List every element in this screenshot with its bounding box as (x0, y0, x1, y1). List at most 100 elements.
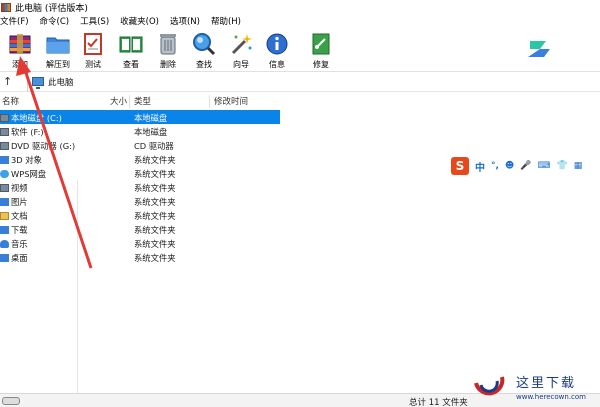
row-name: 音乐 (11, 239, 28, 249)
menu-options[interactable]: 选项(N) (170, 15, 205, 27)
row-name: 桌面 (11, 253, 28, 263)
info-label: 信息 (269, 60, 285, 69)
row-type: 本地磁盘 (134, 113, 168, 123)
drive-icon (0, 128, 9, 136)
column-size[interactable]: 大小 (108, 95, 130, 108)
column-modified[interactable]: 修改时间 (212, 95, 278, 108)
magic-wand-icon (231, 34, 252, 55)
table-row[interactable]: WPS网盘 系统文件夹 (0, 166, 280, 180)
row-type: 系统文件夹 (134, 183, 176, 193)
site-watermark: 这里下载 www.herecown.com (472, 363, 600, 407)
dvd-drive-icon (0, 142, 9, 150)
row-type: 系统文件夹 (134, 239, 176, 249)
toolbar: 添加 解压到 测试 查看 删除 查找 向导 信息 修复 (0, 28, 600, 72)
watermark-logo-icon (474, 376, 505, 396)
delete-button[interactable]: 删除 (151, 30, 185, 70)
drive-icon (0, 114, 9, 122)
window-title: 此电脑 (评估版本) (15, 3, 88, 14)
ime-toolbar[interactable]: S 中 °, ☻ 🎤 ⌨ 👕 ▦ (451, 155, 600, 177)
punctuation-icon[interactable]: °, (491, 161, 499, 171)
info-button[interactable]: 信息 (260, 30, 294, 70)
menu-bar: 文件(F) 命令(C) 工具(S) 收藏夹(O) 选项(N) 帮助(H) (0, 14, 600, 28)
table-row[interactable]: 文档 系统文件夹 (0, 208, 280, 222)
table-row[interactable]: 桌面 系统文件夹 (0, 250, 280, 264)
desktop-icon (0, 254, 9, 262)
repair-kit-icon (312, 33, 330, 55)
file-rows: 本地磁盘 (C:) 本地磁盘 软件 (F:) 本地磁盘 DVD 驱动器 (G:)… (0, 110, 280, 264)
table-row[interactable]: 本地磁盘 (C:) 本地磁盘 (0, 110, 280, 124)
add-button[interactable]: 添加 (3, 30, 37, 70)
table-row[interactable]: 视频 系统文件夹 (0, 180, 280, 194)
wizard-label: 向导 (233, 60, 249, 69)
key-icon (2, 397, 20, 405)
menu-help[interactable]: 帮助(H) (211, 15, 246, 27)
magnifier-icon (193, 33, 216, 56)
download-icon (0, 226, 9, 234)
test-button[interactable]: 测试 (76, 30, 110, 70)
up-arrow-icon[interactable]: ↑ (3, 75, 19, 88)
list-header: 名称 大小 类型 修改时间 (0, 95, 280, 108)
column-type[interactable]: 类型 (132, 95, 210, 108)
add-archive-icon (9, 34, 31, 54)
table-row[interactable]: 软件 (F:) 本地磁盘 (0, 124, 280, 138)
find-button[interactable]: 查找 (187, 30, 221, 70)
find-label: 查找 (196, 60, 212, 69)
address-path[interactable]: 此电脑 (48, 76, 74, 88)
row-name: 下载 (11, 225, 28, 235)
row-name: 图片 (11, 197, 28, 207)
table-row[interactable]: 3D 对象 系统文件夹 (0, 152, 280, 166)
menu-command[interactable]: 命令(C) (40, 15, 75, 27)
menu-file[interactable]: 文件(F) (0, 15, 34, 27)
delete-label: 删除 (160, 60, 176, 69)
add-button-label: 添加 (12, 60, 28, 69)
menu-tools[interactable]: 工具(S) (80, 15, 114, 27)
row-type: 系统文件夹 (134, 211, 176, 221)
menu-favorites[interactable]: 收藏夹(O) (120, 15, 164, 27)
table-row[interactable]: DVD 驱动器 (G:) CD 驱动器 (0, 138, 280, 152)
brand-logo-icon (528, 41, 550, 57)
ime-language-toggle[interactable]: 中 (475, 159, 485, 174)
computer-icon (32, 77, 44, 89)
table-row[interactable]: 下载 系统文件夹 (0, 222, 280, 236)
wizard-button[interactable]: 向导 (224, 30, 258, 70)
video-icon (0, 184, 9, 192)
watermark-title: 这里下载 (516, 376, 577, 391)
microphone-icon[interactable]: 🎤 (520, 161, 531, 171)
winrar-logo-badge (522, 33, 556, 65)
status-total: 总计 11 文件夹 (409, 398, 468, 407)
extract-to-label: 解压到 (46, 60, 70, 69)
sogou-logo-icon[interactable]: S (451, 157, 469, 175)
row-name: WPS网盘 (11, 169, 47, 179)
repair-button[interactable]: 修复 (304, 30, 338, 70)
row-type: 本地磁盘 (134, 127, 168, 137)
watermark-url: www.herecown.com (516, 393, 586, 401)
test-label: 测试 (85, 60, 101, 69)
title-bar: 此电脑 (评估版本) (0, 0, 600, 14)
extract-to-button[interactable]: 解压到 (41, 30, 75, 70)
file-list: 名称 大小 类型 修改时间 本地磁盘 (C:) 本地磁盘 软件 (F:) 本地磁… (0, 93, 600, 393)
3d-objects-icon (0, 156, 9, 164)
keyboard-icon[interactable]: ⌨ (538, 161, 551, 171)
view-button[interactable]: 查看 (114, 30, 148, 70)
document-icon (0, 212, 9, 220)
column-divider (77, 180, 78, 394)
toolbox-grid-icon[interactable]: ▦ (574, 161, 583, 171)
emoji-icon[interactable]: ☻ (505, 161, 514, 171)
music-icon (0, 240, 9, 248)
table-row[interactable]: 音乐 系统文件夹 (0, 236, 280, 250)
trash-icon (160, 34, 176, 55)
cloud-icon (0, 170, 9, 178)
skin-icon[interactable]: 👕 (557, 161, 568, 171)
info-icon (266, 33, 288, 55)
table-row[interactable]: 图片 系统文件夹 (0, 194, 280, 208)
address-divider (27, 71, 28, 92)
repair-label: 修复 (313, 60, 329, 69)
row-type: 系统文件夹 (134, 197, 176, 207)
row-type: CD 驱动器 (134, 141, 174, 151)
row-type: 系统文件夹 (134, 155, 176, 165)
row-name: 文档 (11, 211, 28, 221)
test-checklist-icon (84, 33, 102, 55)
row-name: 本地磁盘 (C:) (11, 113, 62, 123)
row-type: 系统文件夹 (134, 225, 176, 235)
row-type: 系统文件夹 (134, 169, 176, 179)
